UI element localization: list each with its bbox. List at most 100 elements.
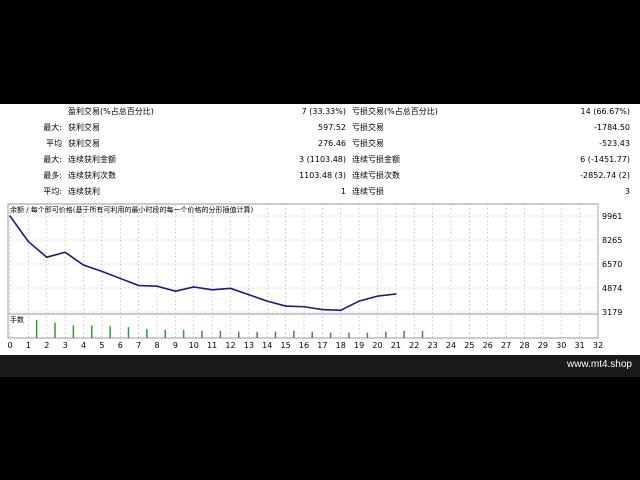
volume-bar — [201, 330, 203, 338]
x-tick-label: 27 — [501, 341, 511, 350]
x-tick-label: 32 — [593, 341, 603, 350]
x-tick-label: 10 — [189, 341, 199, 350]
x-tick-label: 20 — [372, 341, 382, 350]
chart-title: 余额 / 每个即可价格(基于所有可利用的最小时段的每一个价格的分形插值计算) — [10, 205, 254, 214]
y-tick-label: 4874 — [602, 284, 622, 293]
stats-value: -1784.50 — [594, 123, 630, 132]
y-tick-label: 6570 — [602, 260, 622, 269]
volume-bar — [127, 327, 130, 338]
volume-bar — [182, 329, 185, 338]
volume-bar — [385, 331, 387, 338]
volume-bar — [293, 330, 295, 338]
stats-label: 平均: — [43, 187, 62, 196]
stats-value: 276.46 — [318, 139, 346, 148]
balance-chart: 9961 8265 6570 4874 3179 余额 / 每个即可价格(基于所有可利用的… — [7, 203, 622, 350]
stats-value: 14 (66.67%) — [580, 107, 630, 116]
volume-bar — [54, 322, 56, 338]
x-tick-label: 23 — [428, 341, 438, 350]
stats-value: 3 (1103.48) — [299, 155, 346, 164]
y-tick-label: 9961 — [602, 212, 622, 221]
y-tick-label: 3179 — [602, 308, 622, 317]
x-tick-label: 4 — [81, 341, 86, 350]
x-tick-label: 2 — [44, 341, 49, 350]
volume-label: 手数 — [10, 315, 24, 324]
balance-point — [321, 308, 324, 311]
balance-point — [284, 305, 287, 307]
balance-point — [27, 240, 30, 243]
x-tick-label: 29 — [538, 341, 548, 350]
stats-value: 3 — [624, 187, 630, 196]
stats-row: 最多: 连续获利次数 1103.48 (3) 连续亏损次数 -2852.74 (2) — [0, 168, 640, 184]
balance-point — [266, 300, 269, 302]
stats-value: -523.43 — [599, 139, 630, 148]
stats-value: 1103.48 (3) — [299, 171, 346, 180]
x-tick-label: 30 — [556, 341, 566, 350]
x-tick-label: 5 — [99, 341, 104, 350]
balance-point — [248, 293, 250, 296]
volume-bar — [146, 329, 148, 338]
balance-point — [137, 284, 140, 287]
stats-label: 最大: — [43, 155, 62, 164]
stats-row: 最大: 连续获利金额 3 (1103.48) 连续亏损金额 6 (-1451.77) — [0, 152, 640, 168]
volume-bar — [329, 332, 332, 338]
x-tick-label: 28 — [519, 341, 529, 350]
balance-point — [303, 305, 305, 308]
stats-value: 597.52 — [318, 123, 346, 132]
volume-bar — [35, 320, 38, 338]
volume-bar — [72, 325, 75, 338]
volume-bar — [109, 326, 111, 338]
balance-point — [192, 286, 195, 288]
stats-value: -2852.74 (2) — [580, 171, 630, 180]
balance-point — [156, 285, 158, 288]
volume-bar — [421, 330, 424, 338]
stats-value: 7 (33.33%) — [301, 107, 346, 116]
volume-bar — [403, 330, 405, 338]
stats-row: 平均: 连续获利 1 连续亏损 3 — [0, 184, 640, 200]
x-tick-label: 0 — [7, 341, 12, 350]
volume-bar — [256, 331, 258, 338]
stats-row: 盈利交易(%占总百分比) 7 (33.33%) 亏损交易(%占总百分比) 14 (66… — [0, 104, 640, 120]
brand-bar: www.mt4.shop — [0, 355, 640, 377]
x-tick-label: 22 — [409, 341, 419, 350]
x-tick-label: 24 — [446, 341, 456, 350]
stats-value: 1 — [340, 187, 346, 196]
balance-point — [211, 288, 213, 291]
balance-point — [174, 290, 177, 292]
volume-bar — [219, 330, 222, 338]
x-tick-label: 19 — [354, 341, 364, 350]
x-tick-label: 7 — [136, 341, 141, 350]
balance-point — [101, 270, 103, 273]
x-tick-label: 16 — [299, 341, 309, 350]
y-tick-label: 8265 — [602, 236, 622, 245]
brand-watermark: www.mt4.shop — [566, 359, 632, 370]
stats-row: 平均 获利交易 276.46 亏损交易 -523.43 — [0, 136, 640, 152]
x-tick-label: 21 — [391, 341, 401, 350]
balance-line — [9, 215, 396, 312]
x-tick-label: 17 — [317, 341, 327, 350]
report-stats-panel: 盈利交易(%占总百分比) 7 (33.33%) 亏损交易(%占总百分比) 14 (66… — [0, 104, 640, 200]
volume-bar — [274, 331, 277, 338]
volume-bar — [366, 332, 369, 338]
volume-bar — [91, 325, 93, 338]
balance-point — [119, 277, 122, 280]
balance-point — [339, 309, 342, 312]
x-tick-label: 1 — [26, 341, 31, 350]
balance-point — [229, 287, 232, 290]
volume-bar — [311, 331, 313, 338]
balance-chart-panel: 9961 8265 6570 4874 3179 余额 / 每个即可价格(基于所有可利用的… — [0, 200, 640, 355]
volume-plot-frame — [7, 313, 599, 339]
volume-bar — [238, 331, 240, 338]
balance-point — [82, 264, 85, 266]
balance-point — [358, 300, 360, 302]
balance-point — [45, 256, 48, 259]
balance-point — [64, 251, 66, 254]
volume-bar — [164, 329, 166, 338]
stats-row: 最大: 获利交易 597.52 亏损交易 -1784.50 — [0, 120, 640, 136]
balance-point — [9, 215, 11, 217]
x-tick-label: 11 — [207, 341, 217, 350]
stats-label: 最多: — [43, 171, 62, 180]
main-plot-frame — [7, 203, 599, 315]
x-tick-label: 15 — [281, 341, 291, 350]
x-tick-label: 9 — [173, 341, 178, 350]
volume-bar — [348, 332, 350, 338]
